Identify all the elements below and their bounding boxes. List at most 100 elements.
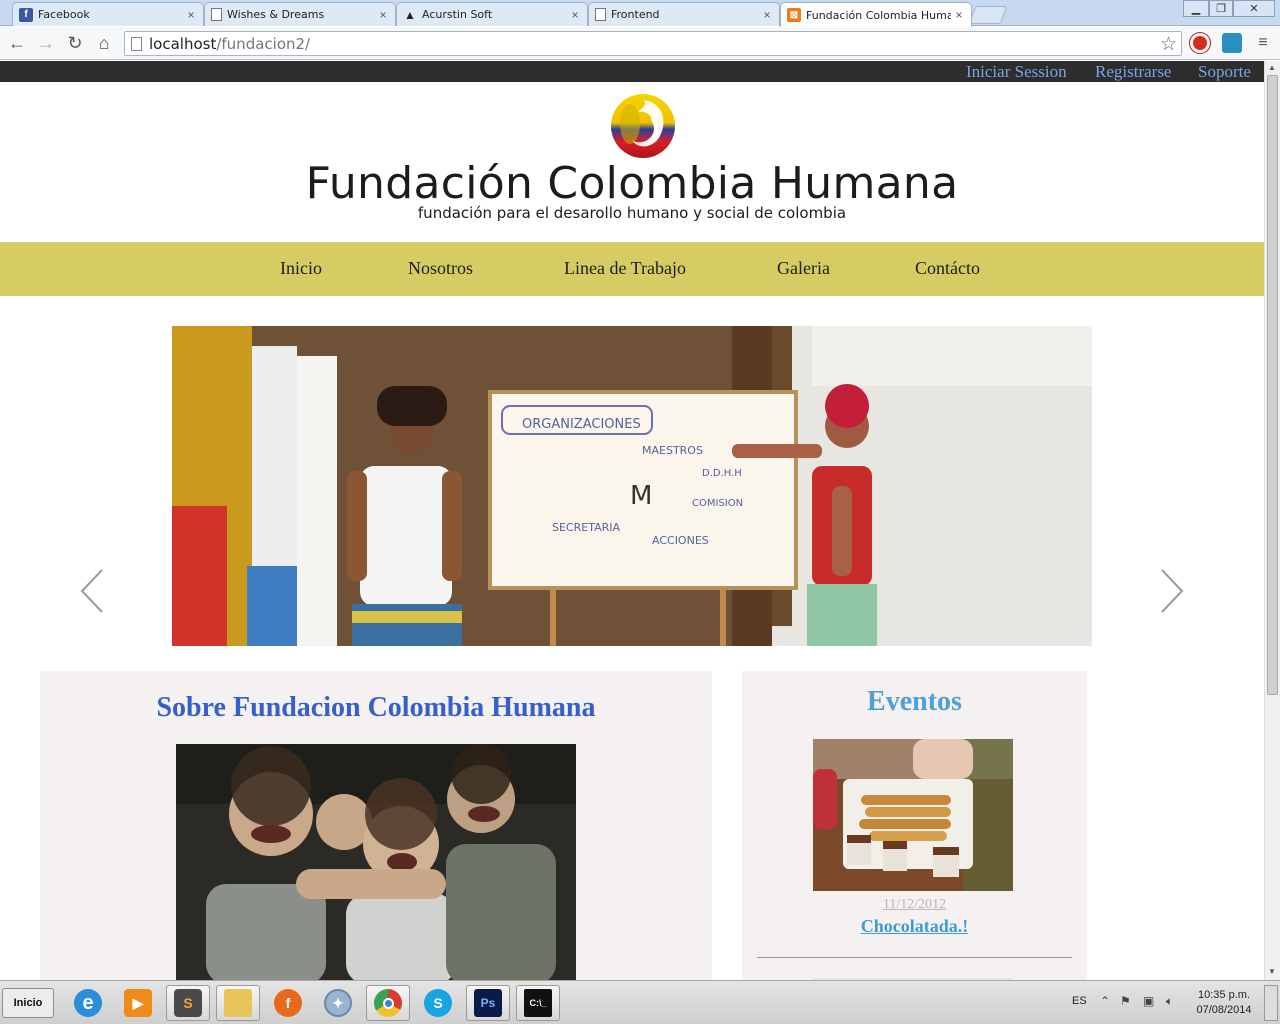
restore-button[interactable]: ❐: [1209, 0, 1233, 17]
close-icon[interactable]: ×: [567, 8, 583, 22]
event-image: [813, 739, 1013, 891]
svg-text:M: M: [630, 481, 652, 511]
hero-slider: ORGANIZACIONES MAESTROS D.D.H.H COMISION…: [172, 326, 1092, 646]
page-icon: [131, 36, 142, 51]
menu-icon[interactable]: ≡: [1252, 32, 1274, 54]
hero-slide-image: ORGANIZACIONES MAESTROS D.D.H.H COMISION…: [172, 326, 1092, 646]
volume-icon[interactable]: 🔈︎: [1166, 994, 1182, 1010]
home-icon[interactable]: ⌂: [93, 32, 115, 54]
nav-inicio[interactable]: Inicio: [280, 258, 322, 279]
address-bar[interactable]: localhost/fundacion2/ ☆: [124, 31, 1182, 56]
safari-icon[interactable]: ✦: [316, 985, 360, 1021]
events-heading: Eventos: [867, 686, 962, 717]
nav-galeria[interactable]: Galeria: [777, 258, 830, 279]
forward-icon[interactable]: →: [35, 32, 57, 54]
svg-text:MAESTROS: MAESTROS: [642, 444, 703, 457]
svg-text:COMISION: COMISION: [692, 498, 743, 509]
internet-explorer-icon[interactable]: e: [66, 985, 110, 1021]
reload-icon[interactable]: ↻: [64, 32, 86, 54]
site-title: Fundación Colombia Humana: [305, 158, 959, 209]
page-icon: [211, 8, 222, 21]
support-link[interactable]: Soporte: [1198, 62, 1251, 82]
tab-title: Fundación Colombia Humana: [806, 8, 951, 22]
nav-linea-de-trabajo[interactable]: Linea de Trabajo: [564, 258, 686, 279]
url-path: /fundacion2/: [216, 34, 311, 53]
close-icon[interactable]: ×: [951, 8, 967, 22]
nav-contacto[interactable]: Contácto: [915, 258, 980, 279]
bookmark-star-icon[interactable]: ☆: [1160, 33, 1177, 55]
new-tab-button[interactable]: [968, 6, 1008, 24]
clock-time: 10:35 p.m.: [1198, 989, 1250, 1001]
action-center-flag-icon[interactable]: ⚑: [1120, 994, 1136, 1010]
tab-acurstin-soft[interactable]: ▲ Acurstin Soft ×: [396, 2, 588, 26]
network-icon[interactable]: ▣: [1143, 994, 1159, 1010]
nav-nosotros[interactable]: Nosotros: [408, 258, 473, 279]
vertical-scrollbar[interactable]: ▲ ▼: [1264, 61, 1280, 980]
slider-next-arrow-icon[interactable]: [1150, 566, 1190, 616]
about-section: Sobre Fundacion Colombia Humana: [40, 671, 712, 980]
minimize-button[interactable]: ▁: [1183, 0, 1209, 17]
windows-taskbar: Inicio e ▶ S f ✦ S Ps C:\_ ES ⌃ ⚑ ▣ 🔈︎ 1…: [0, 980, 1280, 1024]
command-prompt-icon[interactable]: C:\_: [516, 985, 560, 1021]
system-clock[interactable]: 10:35 p.m. 07/08/2014: [1190, 988, 1258, 1018]
url-host: localhost: [149, 34, 217, 53]
back-icon[interactable]: ←: [6, 32, 28, 54]
site-subtitle: fundación para el desarollo humano y soc…: [417, 204, 847, 222]
start-button[interactable]: Inicio: [2, 988, 54, 1018]
event-title-link[interactable]: Chocolatada.!: [742, 916, 1087, 937]
tab-title: Acurstin Soft: [422, 8, 493, 21]
svg-text:SECRETARIA: SECRETARIA: [552, 521, 620, 534]
tab-title: Wishes & Dreams: [227, 8, 325, 21]
tab-wishes-dreams[interactable]: Wishes & Dreams ×: [204, 2, 396, 26]
tab-frontend[interactable]: Frontend ×: [588, 2, 780, 26]
browser-tab-strip: f Facebook × Wishes & Dreams × ▲ Acursti…: [0, 0, 1280, 27]
show-desktop-button[interactable]: [1264, 985, 1278, 1021]
svg-text:ORGANIZACIONES: ORGANIZACIONES: [522, 417, 641, 432]
start-label: Inicio: [13, 997, 43, 1009]
scroll-down-icon[interactable]: ▼: [1268, 967, 1276, 976]
xampp-icon: ⊠: [787, 8, 801, 22]
sublime-text-icon[interactable]: S: [166, 985, 210, 1021]
facebook-icon: f: [19, 7, 33, 22]
events-section: Eventos 11/12/2012 Chocolatada.!: [742, 671, 1087, 980]
photoshop-icon[interactable]: Ps: [466, 985, 510, 1021]
tab-fundacion-colombia-humana[interactable]: ⊠ Fundación Colombia Humana ×: [780, 2, 972, 27]
adblock-extension-icon[interactable]: [1190, 33, 1210, 53]
firefox-icon[interactable]: f: [266, 985, 310, 1021]
about-heading: Sobre Fundacion Colombia Humana: [156, 692, 596, 723]
svg-text:D.D.H.H: D.D.H.H: [702, 468, 742, 479]
page-icon: [595, 8, 606, 21]
language-indicator[interactable]: ES: [1072, 995, 1087, 1007]
acurstin-icon: ▲: [404, 7, 416, 22]
main-navigation: Inicio Nosotros Linea de Trabajo Galeria…: [0, 242, 1264, 296]
top-bar: Iniciar Session Registrarse Soporte: [0, 61, 1264, 82]
event-photo[interactable]: [813, 739, 1013, 891]
login-link[interactable]: Iniciar Session: [966, 62, 1067, 82]
close-icon[interactable]: ×: [375, 8, 391, 22]
scrollbar-thumb[interactable]: [1267, 75, 1278, 695]
skype-icon[interactable]: S: [416, 985, 460, 1021]
window-close-button[interactable]: ✕: [1233, 0, 1275, 17]
close-icon[interactable]: ×: [183, 8, 199, 22]
show-hidden-icons-icon[interactable]: ⌃: [1100, 994, 1116, 1010]
scroll-up-icon[interactable]: ▲: [1268, 63, 1276, 72]
svg-text:ACCIONES: ACCIONES: [652, 534, 709, 547]
register-link[interactable]: Registrarse: [1095, 62, 1171, 82]
media-player-icon[interactable]: ▶: [116, 985, 160, 1021]
foundation-logo: [611, 94, 675, 158]
extension-icon[interactable]: [1222, 33, 1242, 53]
close-icon[interactable]: ×: [759, 8, 775, 22]
file-explorer-icon[interactable]: [216, 985, 260, 1021]
page-viewport: Iniciar Session Registrarse Soporte Fund…: [0, 61, 1264, 980]
browser-toolbar: ← → ↻ ⌂ localhost/fundacion2/ ☆ ≡: [0, 27, 1280, 60]
chrome-icon[interactable]: [366, 985, 410, 1021]
clock-date: 07/08/2014: [1196, 1004, 1252, 1016]
children-photo-image: [176, 744, 576, 980]
tab-facebook[interactable]: f Facebook ×: [12, 2, 204, 26]
tab-title: Facebook: [38, 8, 90, 21]
tab-title: Frontend: [611, 8, 660, 21]
event-date[interactable]: 11/12/2012: [742, 897, 1087, 913]
slider-prev-arrow-icon[interactable]: [74, 566, 114, 616]
event-separator: [757, 957, 1072, 958]
about-photo: [176, 744, 576, 980]
